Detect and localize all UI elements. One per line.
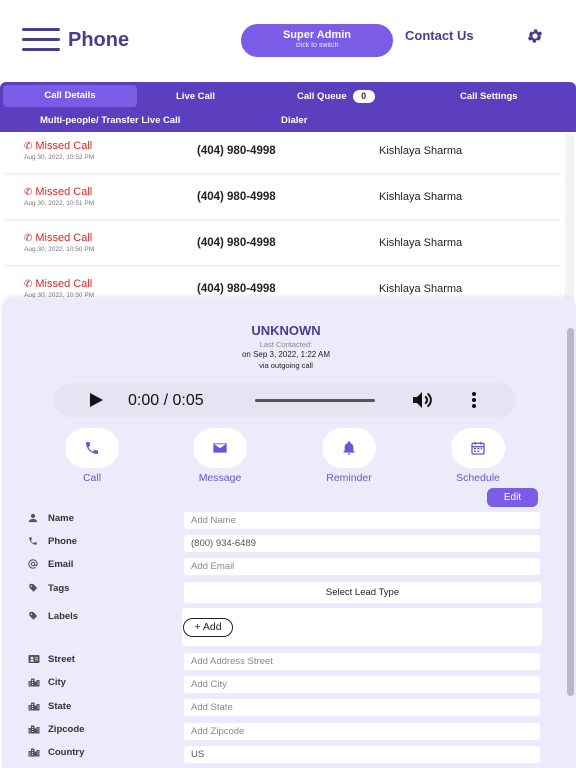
city-icon — [28, 702, 40, 711]
last-contacted-date: on Sep 3, 2022, 1:22 AM — [241, 350, 331, 359]
caller-name: Kishlaya Sharma — [379, 191, 463, 203]
last-contacted-label: Last Contacted: — [259, 340, 313, 349]
city-field[interactable]: Add City — [184, 676, 540, 693]
caller-name: Kishlaya Sharma — [379, 283, 463, 295]
street-field[interactable]: Add Address Street — [184, 653, 540, 670]
super-admin-label: Super Admin — [282, 29, 352, 41]
caller-name: Kishlaya Sharma — [379, 237, 463, 249]
reminder-action-button[interactable]: Reminder — [321, 428, 377, 484]
call-list: ✆ Missed Call Aug 30, 2022, 10:52 PM (404… — [4, 132, 562, 302]
call-number: (404) 980-4998 — [197, 191, 276, 203]
phone-icon: ✆ — [24, 141, 33, 152]
zipcode-label: Zipcode — [48, 724, 85, 735]
phone-icon: ✆ — [24, 233, 33, 244]
state-field[interactable]: Add State — [184, 699, 540, 716]
at-icon — [28, 559, 38, 569]
more-options-icon[interactable] — [472, 392, 476, 408]
city-icon — [28, 748, 40, 757]
missed-call-status: ✆ Missed Call — [24, 278, 92, 290]
tab-call-details[interactable]: Call Details — [3, 85, 137, 107]
volume-icon[interactable] — [412, 391, 436, 409]
lead-type-select[interactable]: Select Lead Type — [184, 582, 541, 603]
last-contacted-via: via outgoing call — [259, 361, 313, 370]
envelope-icon — [213, 443, 227, 453]
call-number: (404) 980-4998 — [197, 237, 276, 249]
city-icon — [28, 725, 40, 734]
phone-icon — [86, 442, 98, 454]
call-status-label: Missed Call — [35, 186, 93, 198]
tab-call-queue[interactable]: Call Queue 0 — [297, 90, 375, 103]
call-number: (404) 980-4998 — [197, 283, 276, 295]
tab-bar: Call Details Live Call Call Queue 0 Call … — [0, 82, 576, 132]
app-title: Phone — [68, 29, 130, 51]
name-label: Name — [48, 513, 74, 524]
tab-multi-people-transfer[interactable]: Multi-people/ Transfer Live Call — [40, 115, 180, 126]
super-admin-button[interactable]: Super Admin click to switch — [241, 24, 393, 57]
call-queue-count-badge: 0 — [352, 90, 375, 103]
missed-call-status: ✆ Missed Call — [24, 140, 92, 152]
country-label: Country — [48, 747, 85, 758]
city-label: City — [48, 677, 66, 688]
tag-icon — [29, 583, 38, 592]
calendar-icon — [471, 442, 485, 455]
call-timestamp: Aug 30, 2022, 10:51 PM — [24, 200, 95, 207]
call-status-label: Missed Call — [35, 232, 93, 244]
email-field[interactable]: Add Email — [184, 558, 540, 575]
player-time: 0:00 / 0:05 — [128, 392, 204, 409]
call-action-button[interactable]: Call — [64, 428, 120, 484]
call-action-label: Call — [82, 472, 102, 484]
contact-us-link[interactable]: Contact Us — [405, 28, 474, 43]
play-icon[interactable] — [90, 393, 103, 407]
call-timestamp: Aug 30, 2022, 10:50 PM — [24, 246, 95, 253]
edit-button[interactable]: Edit — [487, 488, 538, 507]
call-status-label: Missed Call — [35, 140, 93, 152]
call-row[interactable]: ✆ Missed Call Aug 30, 2022, 10:52 PM (404… — [4, 132, 560, 174]
country-field[interactable]: US — [184, 746, 540, 763]
phone-icon — [29, 537, 37, 545]
user-icon — [28, 513, 38, 523]
caller-name: Kishlaya Sharma — [379, 145, 463, 157]
tab-live-call[interactable]: Live Call — [176, 91, 215, 102]
tab-dialer[interactable]: Dialer — [281, 115, 307, 126]
schedule-action-button[interactable]: Schedule — [450, 428, 506, 484]
address-card-icon — [28, 655, 40, 663]
player-progress-bar[interactable] — [255, 399, 375, 402]
phone-icon: ✆ — [24, 279, 33, 290]
schedule-action-label: Schedule — [456, 472, 500, 484]
scrollbar-thumb[interactable] — [567, 328, 574, 696]
call-number: (404) 980-4998 — [197, 145, 276, 157]
reminder-action-label: Reminder — [326, 472, 372, 484]
gear-icon[interactable] — [526, 27, 544, 45]
name-field[interactable]: Add Name — [184, 512, 540, 529]
street-label: Street — [48, 654, 75, 665]
app-header: Phone Super Admin click to switch Contac… — [0, 0, 576, 80]
call-row[interactable]: ✆ Missed Call Aug 30, 2022, 10:50 PM (404… — [4, 224, 560, 266]
zipcode-field[interactable]: Add Zipcode — [184, 723, 540, 740]
switch-hint: click to switch — [295, 42, 339, 49]
bell-icon — [343, 441, 355, 455]
add-label-button[interactable]: + Add — [183, 618, 233, 637]
contact-name: UNKNOWN — [251, 323, 321, 338]
tags-icon — [29, 611, 38, 620]
message-action-button[interactable]: Message — [192, 428, 248, 484]
audio-player: 0:00 / 0:05 — [54, 383, 516, 417]
city-icon — [28, 678, 40, 687]
message-action-label: Message — [198, 472, 242, 484]
labels-label: Labels — [48, 611, 79, 622]
phone-icon: ✆ — [24, 187, 33, 198]
call-status-label: Missed Call — [35, 278, 93, 290]
labels-box: + Add — [182, 608, 542, 646]
call-row[interactable]: ✆ Missed Call Aug 30, 2022, 10:51 PM (404… — [4, 178, 560, 220]
phone-label: Phone — [48, 536, 78, 547]
phone-field[interactable]: (800) 934-6489 — [184, 535, 540, 552]
call-timestamp: Aug 30, 2022, 10:52 PM — [24, 154, 95, 161]
menu-icon[interactable] — [22, 28, 60, 52]
missed-call-status: ✆ Missed Call — [24, 232, 92, 244]
tab-call-settings[interactable]: Call Settings — [460, 91, 518, 102]
state-label: State — [48, 701, 72, 712]
missed-call-status: ✆ Missed Call — [24, 186, 92, 198]
email-label: Email — [48, 559, 74, 570]
tab-call-queue-label: Call Queue — [297, 91, 347, 103]
tags-label: Tags — [48, 583, 70, 594]
